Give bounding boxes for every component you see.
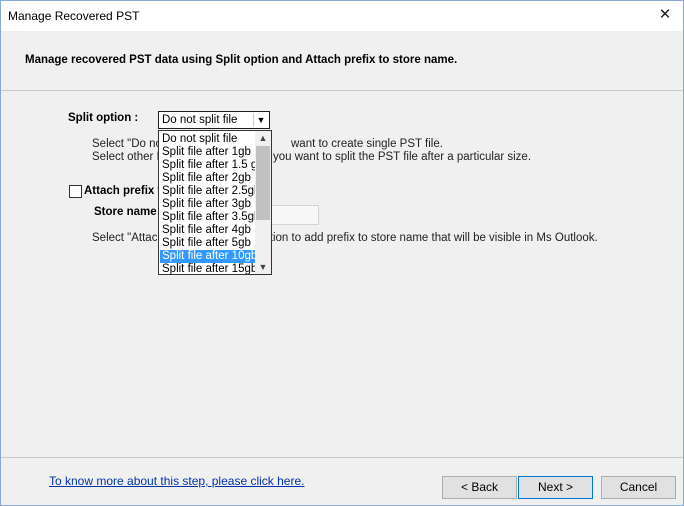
list-item[interactable]: Split file after 1.5 gb bbox=[160, 159, 264, 172]
split-note-line2-start: Select other P bbox=[92, 151, 165, 163]
list-item[interactable]: Split file after 3gb bbox=[160, 198, 257, 211]
chevron-up-icon[interactable]: ▲ bbox=[255, 131, 271, 145]
list-item[interactable]: Split file after 5gb bbox=[160, 237, 257, 250]
chevron-down-icon[interactable]: ▼ bbox=[253, 113, 268, 127]
split-note-line1-end: want to create single PST file. bbox=[291, 138, 443, 150]
help-link[interactable]: To know more about this step, please cli… bbox=[49, 474, 304, 488]
split-option-list[interactable]: Do not split file Split file after 1gb S… bbox=[158, 130, 272, 275]
store-name-field[interactable] bbox=[269, 205, 319, 225]
list-item[interactable]: Split file after 2gb bbox=[160, 172, 257, 185]
header-divider bbox=[1, 90, 683, 91]
scrollbar-thumb[interactable] bbox=[256, 146, 270, 220]
attach-note-start: Select "Attach bbox=[92, 232, 164, 244]
window-title: Manage Recovered PST bbox=[8, 9, 140, 23]
title-bar: Manage Recovered PST ✕ bbox=[1, 1, 683, 31]
attach-note-end: option to add prefix to store name that … bbox=[257, 232, 598, 244]
cancel-button[interactable]: Cancel bbox=[601, 476, 676, 499]
page-header: Manage recovered PST data using Split op… bbox=[25, 54, 458, 66]
list-item[interactable]: Do not split file bbox=[160, 133, 257, 146]
back-button[interactable]: < Back bbox=[442, 476, 517, 499]
attach-prefix-label: Attach prefix t bbox=[84, 185, 162, 197]
split-option-dropdown[interactable]: Do not split file ▼ bbox=[158, 111, 270, 129]
next-button[interactable]: Next > bbox=[518, 476, 593, 499]
dialog-window: Manage Recovered PST ✕ Manage recovered … bbox=[0, 0, 684, 506]
footer-divider bbox=[1, 457, 683, 458]
list-item[interactable]: Split file after 1gb bbox=[160, 146, 257, 159]
list-item[interactable]: Split file after 15gb bbox=[160, 263, 257, 274]
list-scrollbar[interactable]: ▲ ▼ bbox=[255, 131, 271, 274]
list-item[interactable]: Split file after 4gb bbox=[160, 224, 257, 237]
store-name-label: Store name bbox=[94, 206, 157, 218]
attach-prefix-checkbox[interactable] bbox=[69, 185, 82, 198]
list-item[interactable]: Split file after 2.5gb bbox=[160, 185, 260, 198]
split-option-selected-value: Do not split file bbox=[162, 114, 238, 126]
split-note-line1-start: Select "Do no bbox=[92, 138, 162, 150]
chevron-down-icon[interactable]: ▼ bbox=[255, 260, 271, 274]
split-option-label: Split option : bbox=[68, 112, 139, 124]
list-item-selected[interactable]: Split file after 10gb bbox=[160, 250, 257, 263]
list-item[interactable]: Split file after 3.5gb bbox=[160, 211, 260, 224]
split-note-line2-end: you want to split the PST file after a p… bbox=[273, 151, 532, 163]
close-icon[interactable]: ✕ bbox=[656, 6, 674, 24]
